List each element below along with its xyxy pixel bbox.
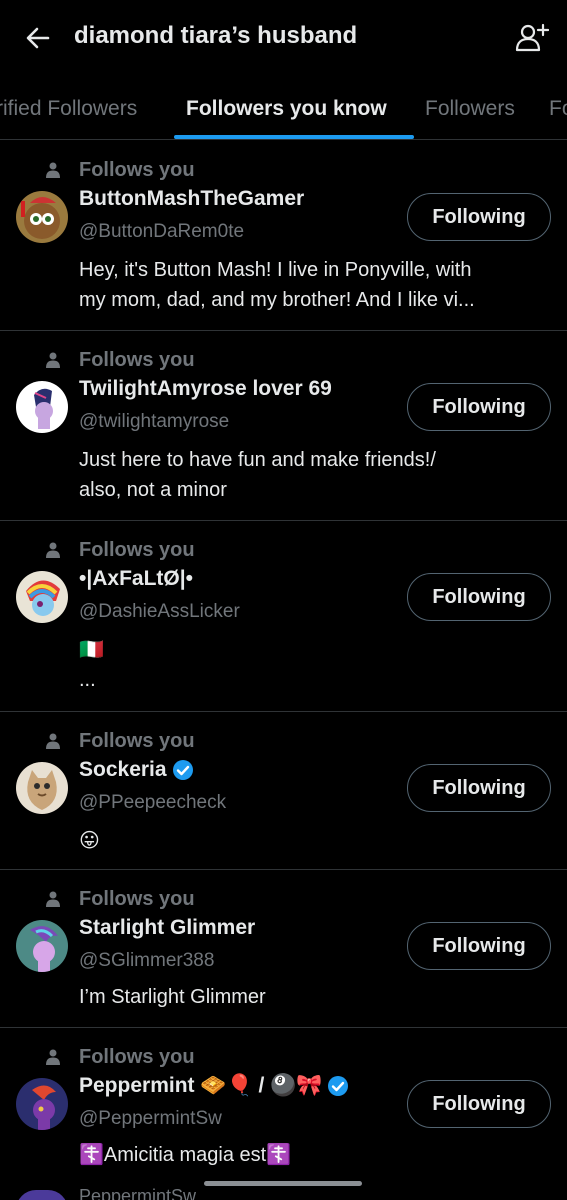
user-bio: Hey, it's Button Mash! I live in Ponyvil…	[79, 255, 549, 315]
follows-you-row: Follows you	[46, 157, 195, 183]
avatar[interactable]	[16, 1078, 68, 1130]
following-button[interactable]: Following	[407, 573, 551, 621]
user-bio: I’m Starlight Glimmer	[79, 982, 549, 1012]
user-bio: Just here to have fun and make friends!/…	[79, 445, 549, 505]
verified-badge-icon	[172, 760, 193, 780]
following-button[interactable]: Following	[407, 764, 551, 812]
bio-line: ☦️Amicitia magia est☦️	[79, 1144, 292, 1166]
list-item[interactable]: Follows you Sockeria @PPeepeecheck Follo…	[0, 712, 567, 870]
person-icon	[46, 542, 60, 558]
tab-bar: rified Followers Followers you know Foll…	[0, 80, 567, 140]
display-name-text: Peppermint 🧇🎈 / 🎱🎀	[79, 1074, 323, 1097]
follows-you-label: Follows you	[79, 348, 195, 371]
follows-you-label: Follows you	[79, 729, 195, 752]
person-icon	[46, 891, 60, 907]
back-button[interactable]	[22, 22, 54, 54]
following-button[interactable]: Following	[407, 922, 551, 970]
add-user-icon	[515, 23, 550, 52]
display-name[interactable]: Starlight Glimmer	[79, 916, 255, 940]
person-icon	[46, 162, 60, 178]
arrow-left-icon	[26, 27, 50, 49]
user-bio: 🇮🇹 ...	[79, 635, 549, 695]
tab-followers[interactable]: Followers	[425, 97, 515, 121]
user-bio: ☦️Amicitia magia est☦️	[79, 1140, 549, 1170]
display-name[interactable]: ButtonMashTheGamer	[79, 187, 304, 211]
avatar[interactable]	[16, 571, 68, 623]
list-item[interactable]: Follows you TwilightAmyrose lover 69 @tw…	[0, 331, 567, 521]
display-name[interactable]: Peppermint 🧇🎈 / 🎱🎀	[79, 1074, 349, 1098]
page-title: diamond tiara’s husband	[74, 22, 358, 49]
follows-you-label: Follows you	[79, 538, 195, 561]
follows-you-row: Follows you	[46, 886, 195, 912]
follows-you-row: Follows you	[46, 347, 195, 373]
follows-you-row: Follows you	[46, 1044, 195, 1070]
following-button[interactable]: Following	[407, 383, 551, 431]
list-item[interactable]: Follows you ButtonMashTheGamer @ButtonDa…	[0, 141, 567, 331]
user-handle: @SGlimmer388	[79, 950, 215, 971]
top-bar: diamond tiara’s husband	[0, 0, 567, 75]
user-handle: @PPeepeecheck	[79, 792, 227, 813]
follows-you-label: Follows you	[79, 158, 195, 181]
user-handle: PeppermintSw	[79, 1186, 197, 1200]
bio-line: 🇮🇹	[79, 639, 104, 661]
user-handle: @PeppermintSw	[79, 1108, 222, 1129]
avatar[interactable]	[16, 920, 68, 972]
bio-line: Just here to have fun and make friends!/	[79, 449, 436, 471]
avatar[interactable]	[16, 191, 68, 243]
user-handle: @DashieAssLicker	[79, 601, 240, 622]
follows-you-label: Follows you	[79, 887, 195, 910]
display-name[interactable]: Sockeria	[79, 758, 194, 782]
follower-list: Follows you ButtonMashTheGamer @ButtonDa…	[0, 141, 567, 1190]
avatar[interactable]	[16, 381, 68, 433]
verified-badge-icon	[328, 1076, 349, 1096]
follows-you-label: Follows you	[79, 1045, 195, 1068]
person-icon	[46, 733, 60, 749]
list-item[interactable]: Follows you Starlight Glimmer @SGlimmer3…	[0, 870, 567, 1028]
home-indicator[interactable]	[204, 1181, 362, 1186]
tab-followers-you-know[interactable]: Followers you know	[186, 97, 387, 121]
user-handle: @ButtonDaRem0te	[79, 221, 245, 242]
follows-you-row: Follows you	[46, 537, 195, 563]
person-icon	[46, 1049, 60, 1065]
bio-line: Hey, it's Button Mash! I live in Ponyvil…	[79, 259, 472, 281]
avatar[interactable]	[16, 762, 68, 814]
display-name[interactable]: •|AxFaLtØ|•	[79, 567, 193, 591]
list-item[interactable]: Follows you •|AxFaLtØ|• @DashieAssLicker…	[0, 521, 567, 712]
tab-following[interactable]: Fo	[549, 97, 567, 121]
follows-you-row: Follows you	[46, 728, 195, 754]
user-bio: 😛	[79, 826, 549, 856]
following-button[interactable]: Following	[407, 1080, 551, 1128]
bio-line: also, not a minor	[79, 479, 227, 501]
bio-line: ...	[79, 669, 96, 691]
bio-line: I’m Starlight Glimmer	[79, 986, 266, 1008]
add-user-button[interactable]	[515, 22, 550, 54]
bio-line: 😛	[79, 830, 100, 852]
user-handle: @twilightamyrose	[79, 411, 230, 432]
tab-verified-followers[interactable]: rified Followers	[0, 97, 137, 121]
display-name[interactable]: TwilightAmyrose lover 69	[79, 377, 332, 401]
avatar[interactable]	[16, 1190, 68, 1200]
person-icon	[46, 352, 60, 368]
active-tab-indicator	[174, 135, 414, 139]
list-item[interactable]: Follows you Peppermint 🧇🎈 / 🎱🎀 @Peppermi…	[0, 1028, 567, 1190]
following-button[interactable]: Following	[407, 193, 551, 241]
bio-line: my mom, dad, and my brother! And I like …	[79, 289, 475, 311]
display-name-text: Sockeria	[79, 758, 167, 781]
